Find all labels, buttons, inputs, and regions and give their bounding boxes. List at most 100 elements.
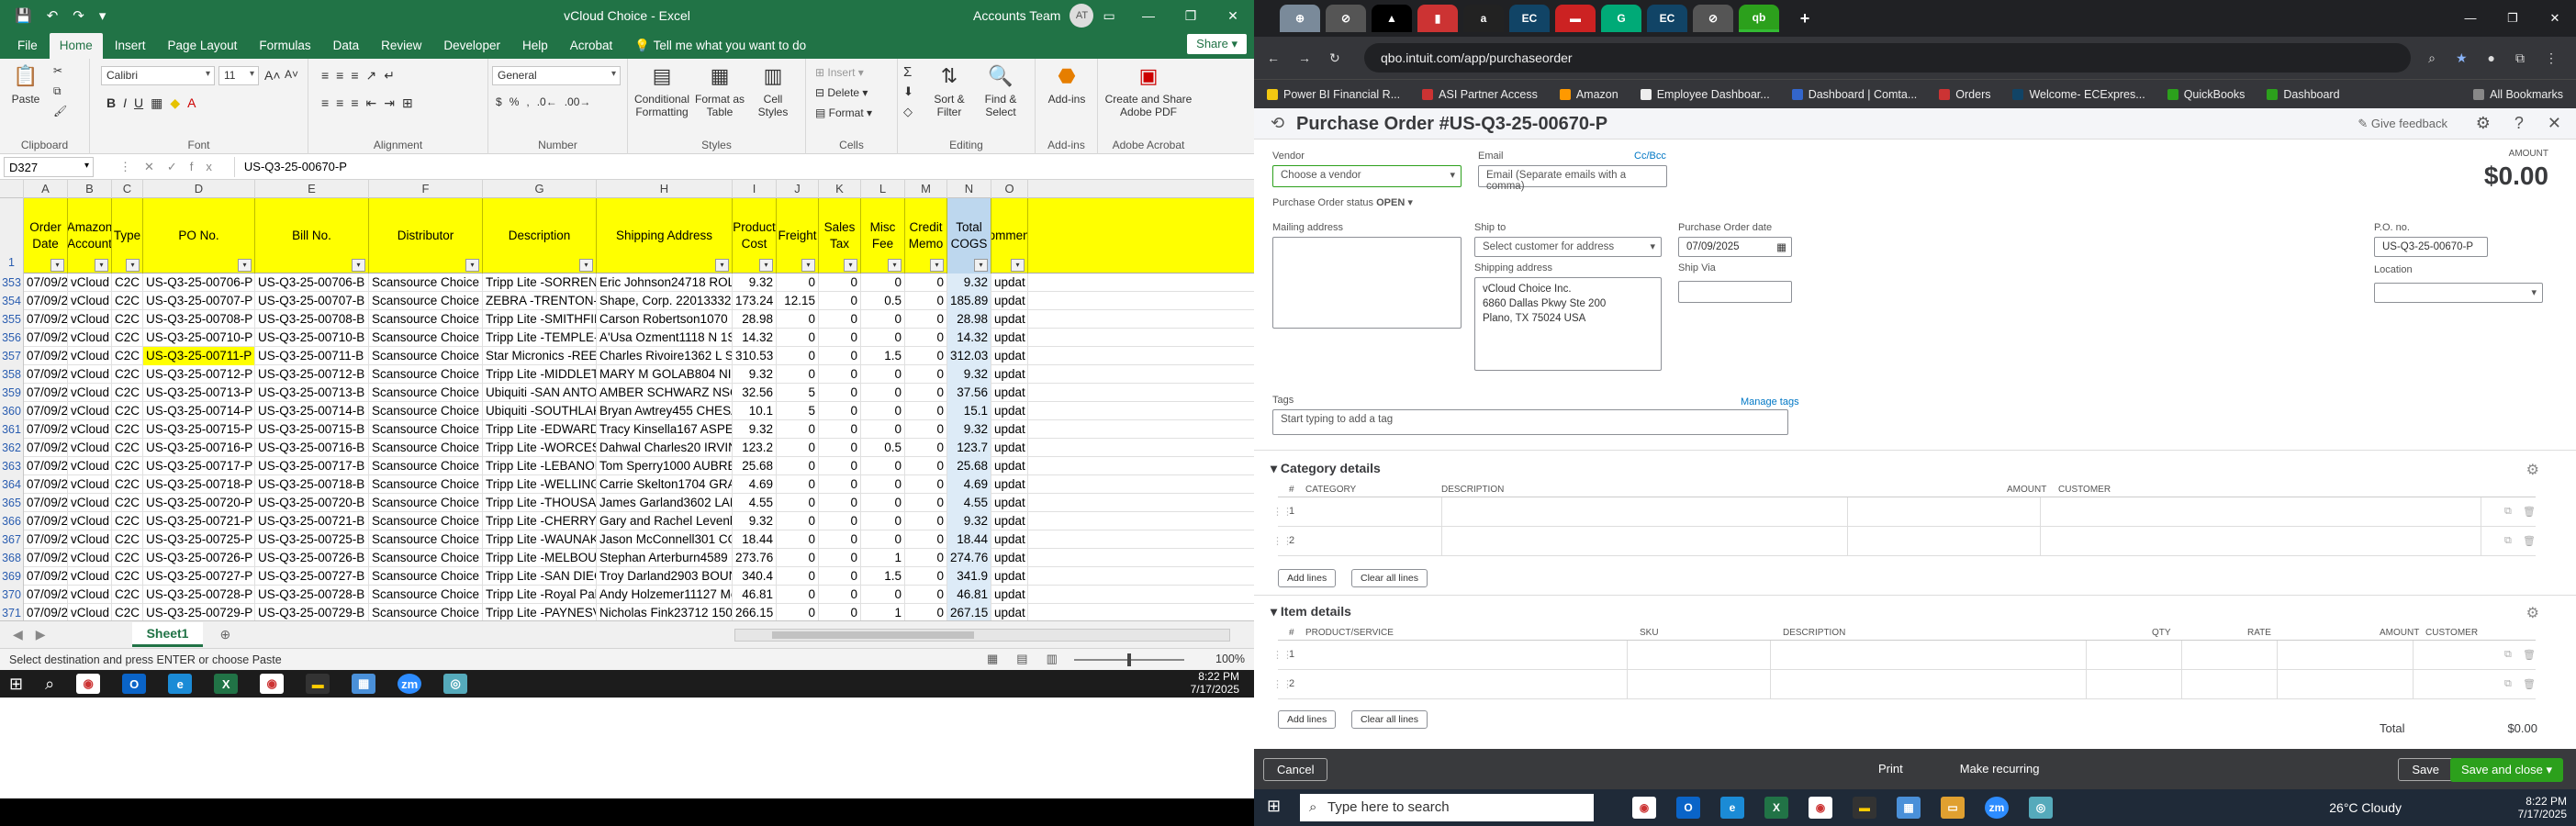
browser-tab-2[interactable]: ⊘ (1326, 5, 1366, 32)
column-header[interactable]: J (777, 180, 819, 198)
zoom-search-icon[interactable]: ⌕ (2428, 50, 2436, 66)
cell-sales-tax[interactable]: 0 (819, 292, 861, 310)
cell-distributor[interactable]: Scansource Choice (369, 530, 483, 549)
browser-tab-qbo[interactable]: qb (1739, 5, 1779, 32)
cell-amazon-account[interactable]: vCloud Ch (68, 273, 112, 292)
autosum-icon[interactable]: Σ (903, 64, 912, 80)
calendar-icon[interactable]: ▦ (1776, 240, 1786, 253)
insert-cells-button[interactable]: ⊞ Insert ▾ (815, 66, 864, 79)
cell-type[interactable]: C2C (112, 586, 143, 604)
cell-description[interactable]: Tripp Lite -CHERRY HI (483, 512, 597, 530)
column-header[interactable]: M (905, 180, 947, 198)
cell-bill-no[interactable]: US-Q3-25-00706-B (255, 273, 369, 292)
align-bottom-icon[interactable]: ≡ (351, 68, 358, 84)
tags-input[interactable]: Start typing to add a tag (1272, 409, 1788, 435)
cell-description[interactable]: Tripp Lite -SORRENTO (483, 273, 597, 292)
cell-sales-tax[interactable]: 0 (819, 586, 861, 604)
vendor-select[interactable]: Choose a vendor (1272, 165, 1462, 187)
cell-bill-no[interactable]: US-Q3-25-00727-B (255, 567, 369, 586)
cell-po-no[interactable]: US-Q3-25-00721-P (143, 512, 255, 530)
cell-amazon-account[interactable]: vCloud Ch (68, 567, 112, 586)
cell-description[interactable]: Tripp Lite -TEMPLE-TX (483, 329, 597, 347)
row-number[interactable]: 367 (0, 530, 24, 549)
row-number[interactable]: 365 (0, 494, 24, 512)
cell-description[interactable]: Tripp Lite -Royal Palm (483, 586, 597, 604)
comma-icon[interactable]: , (526, 95, 529, 108)
cell-total-cogs[interactable]: 4.69 (947, 475, 991, 494)
bold-icon[interactable]: B (106, 95, 116, 111)
cell-freight[interactable]: 0 (777, 567, 819, 586)
cell-credit-memo[interactable]: 0 (905, 457, 947, 475)
cell-product-cost[interactable]: 25.68 (733, 457, 777, 475)
increase-indent-icon[interactable]: ⇥ (384, 95, 395, 111)
undo-icon[interactable]: ↶ (47, 7, 59, 24)
cell-order-date[interactable]: 07/09/202 (24, 292, 68, 310)
filter-dropdown-icon[interactable]: ▾ (974, 259, 988, 272)
settings-gear-icon[interactable]: ⚙ (2476, 114, 2491, 133)
row-number[interactable]: 369 (0, 567, 24, 586)
cell-sales-tax[interactable]: 0 (819, 329, 861, 347)
tab-home[interactable]: Home (49, 33, 103, 59)
find-select-button[interactable]: 🔍 Find & Select (977, 62, 1025, 119)
wrap-text-icon[interactable]: ↵ (384, 68, 395, 84)
cell-bill-no[interactable]: US-Q3-25-00717-B (255, 457, 369, 475)
cell-comments[interactable]: updat (991, 365, 1028, 384)
cell-amazon-account[interactable]: vCloud Ch (68, 329, 112, 347)
avatar[interactable]: AT (1070, 4, 1094, 28)
cell-bill-no[interactable]: US-Q3-25-00707-B (255, 292, 369, 310)
orientation-icon[interactable]: ↗ (366, 68, 377, 84)
cell-credit-memo[interactable]: 0 (905, 365, 947, 384)
cell-product-cost[interactable]: 46.81 (733, 586, 777, 604)
cell-comments[interactable]: updat (991, 567, 1028, 586)
cell-freight[interactable]: 12.15 (777, 292, 819, 310)
add-lines-button[interactable]: Add lines (1278, 569, 1337, 587)
format-cells-button[interactable]: ▤ Format ▾ (815, 106, 872, 119)
paste-button[interactable]: 📋 Paste (7, 62, 44, 106)
cell-description[interactable]: Tripp Lite -WELLINGT (483, 475, 597, 494)
row-number[interactable]: 366 (0, 512, 24, 530)
cell-total-cogs[interactable]: 341.9 (947, 567, 991, 586)
format-as-table-button[interactable]: ▦ Format as Table (694, 62, 745, 119)
cell-order-date[interactable]: 07/09/202 (24, 402, 68, 420)
cell-credit-memo[interactable]: 0 (905, 347, 947, 365)
chrome-taskbar-icon-2[interactable]: ◉ (1809, 797, 1832, 819)
manage-tags-link[interactable]: Manage tags (1741, 396, 1799, 407)
cell-sales-tax[interactable]: 0 (819, 457, 861, 475)
cell-credit-memo[interactable]: 0 (905, 586, 947, 604)
cell-description[interactable]: Star Micronics -REEDL (483, 347, 597, 365)
column-header[interactable]: A (24, 180, 68, 198)
browser-tab-1[interactable]: ⊕ (1280, 5, 1320, 32)
cell-misc-fee[interactable]: 1 (861, 549, 905, 567)
cell-total-cogs[interactable]: 9.32 (947, 512, 991, 530)
cell-amazon-account[interactable]: vCloud Ch (68, 402, 112, 420)
item-row[interactable]: ⋮⋮ 2 ⧉ 🗑 (1272, 670, 2536, 699)
po-no-field[interactable]: US-Q3-25-00670-P (2374, 237, 2488, 257)
cell-total-cogs[interactable]: 267.15 (947, 604, 991, 620)
cc-bcc-link[interactable]: Cc/Bcc (1634, 151, 1666, 162)
category-row[interactable]: ⋮⋮ 2 ⧉ 🗑 (1272, 527, 2536, 556)
forward-icon[interactable]: → (1298, 50, 1311, 65)
addins-button[interactable]: ⬣ Add-ins (1041, 62, 1092, 106)
header-comments[interactable]: Comments ▾ (991, 198, 1028, 273)
tab-data[interactable]: Data (323, 33, 370, 59)
minimize-icon[interactable]: — (1127, 8, 1170, 24)
filter-dropdown-icon[interactable]: ▾ (930, 259, 944, 272)
decrease-indent-icon[interactable]: ⇤ (366, 95, 377, 111)
save-button[interactable]: Save (2398, 758, 2453, 781)
cell-po-no[interactable]: US-Q3-25-00726-P (143, 549, 255, 567)
font-size-select[interactable]: 11 (218, 66, 259, 85)
grow-font-icon[interactable]: A˄ (264, 68, 281, 83)
browser-restore-icon[interactable]: ❐ (2492, 0, 2534, 37)
cell-bill-no[interactable]: US-Q3-25-00721-B (255, 512, 369, 530)
category-details-toggle[interactable]: ▾ Category details (1271, 461, 1381, 476)
cell-distributor[interactable]: Scansource Choice (369, 586, 483, 604)
cell-comments[interactable]: updat (991, 475, 1028, 494)
cell-description[interactable]: Tripp Lite -PAYNESVIL (483, 604, 597, 620)
cell-product-cost[interactable]: 123.2 (733, 439, 777, 457)
edge-app-icon[interactable]: e (168, 674, 193, 694)
cell-order-date[interactable]: 07/09/202 (24, 604, 68, 620)
cell-credit-memo[interactable]: 0 (905, 292, 947, 310)
cell-bill-no[interactable]: US-Q3-25-00710-B (255, 329, 369, 347)
cell-amazon-account[interactable]: vCloud Ch (68, 530, 112, 549)
cell-freight[interactable]: 0 (777, 439, 819, 457)
